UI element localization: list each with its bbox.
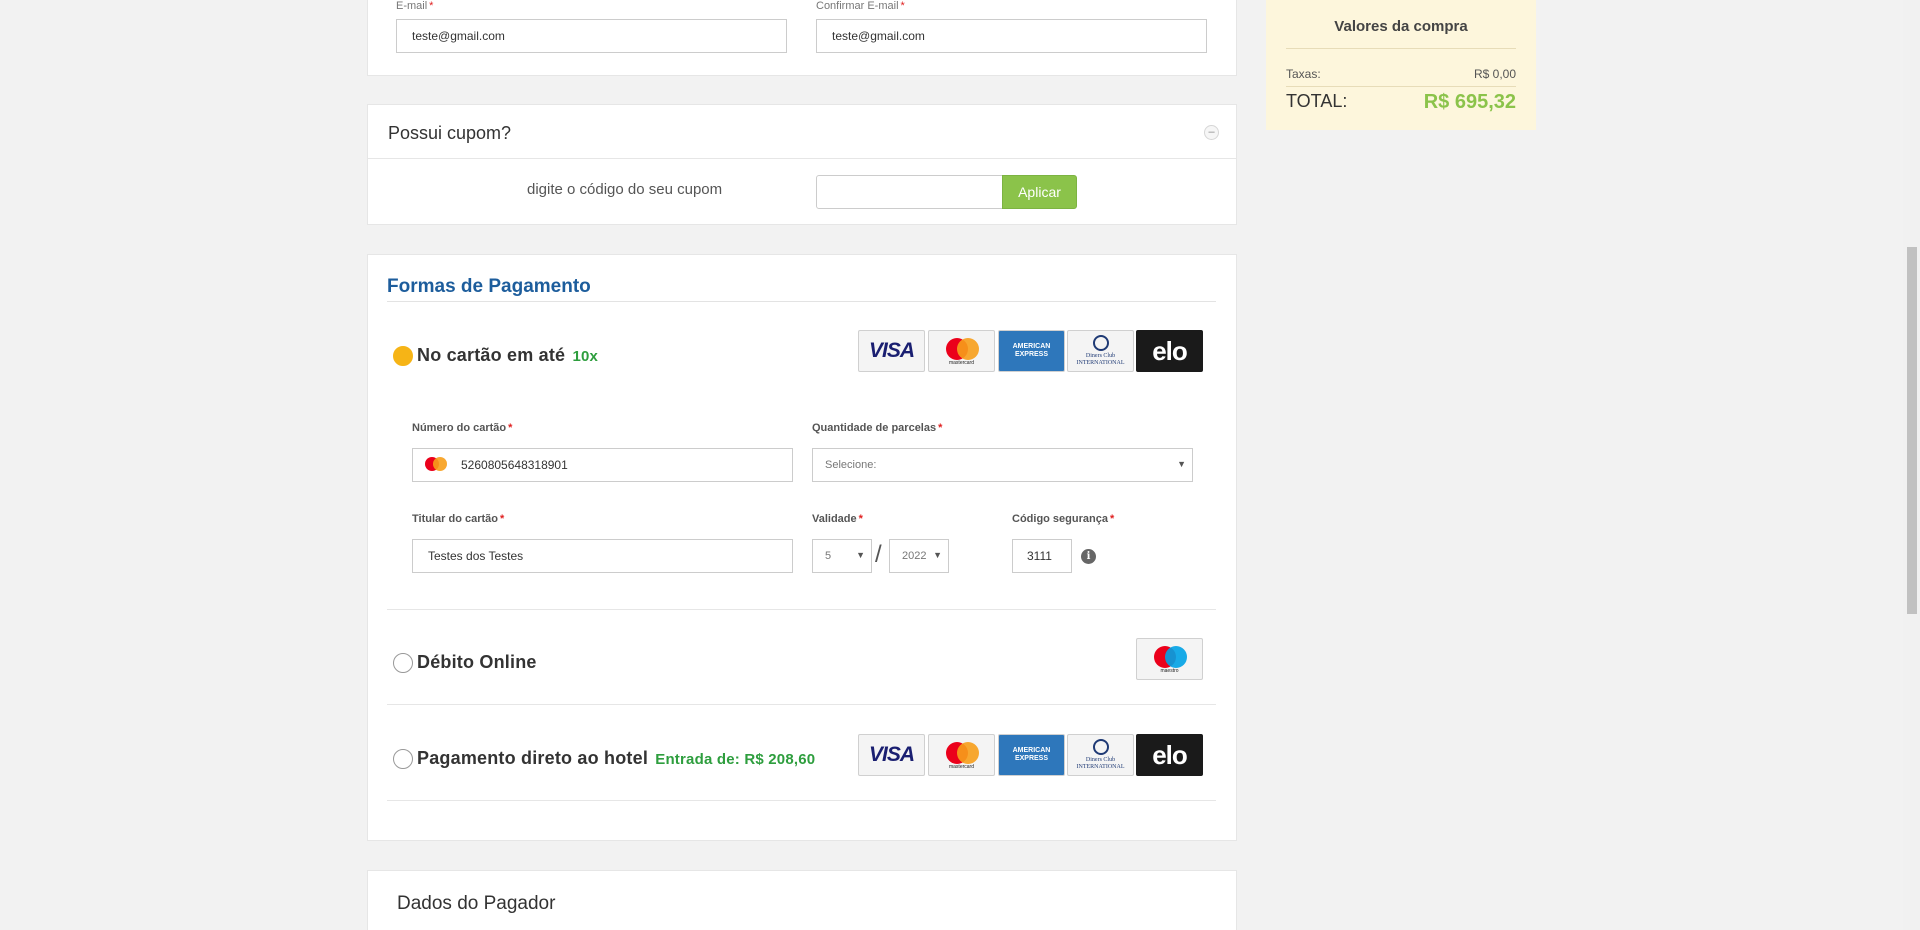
confirm-email-input[interactable]: teste@gmail.com bbox=[816, 19, 1207, 53]
amex-logo: AMERICAN EXPRESS bbox=[998, 330, 1065, 372]
title-divider bbox=[387, 301, 1216, 302]
apply-coupon-button[interactable]: Aplicar bbox=[1002, 175, 1077, 209]
card-brand-detected-icon bbox=[425, 457, 453, 475]
chevron-down-icon: ▼ bbox=[933, 550, 942, 560]
summary-title: Valores da compra bbox=[1334, 18, 1468, 35]
chevron-down-icon: ▼ bbox=[856, 550, 865, 560]
email-panel: E-mail * teste@gmail.com Confirmar E-mail… bbox=[367, 0, 1237, 76]
total-value: R$ 695,32 bbox=[1423, 91, 1516, 113]
installments-max: 10x bbox=[572, 348, 599, 365]
amex-logo: AMERICAN EXPRESS bbox=[998, 734, 1065, 776]
coupon-title: Possui cupom? bbox=[388, 123, 512, 143]
expiry-month-select[interactable]: 5 ▼ bbox=[812, 539, 872, 573]
pay-at-hotel-radio[interactable] bbox=[393, 749, 413, 769]
mastercard-logo: mastercard bbox=[928, 330, 995, 372]
cvv-input[interactable]: 3111 bbox=[1012, 539, 1072, 573]
validity-label: Validade * bbox=[812, 513, 863, 525]
confirm-email-label: Confirmar E-mail * bbox=[816, 0, 905, 12]
card-number-input[interactable]: 5260805648318901 bbox=[412, 448, 793, 482]
scrollbar-thumb[interactable] bbox=[1907, 247, 1917, 614]
collapse-icon[interactable]: – bbox=[1204, 125, 1219, 140]
coupon-input[interactable] bbox=[816, 175, 1003, 209]
installments-select[interactable]: Selecione: ▼ bbox=[812, 448, 1193, 482]
email-input[interactable]: teste@gmail.com bbox=[396, 19, 787, 53]
expiry-year-select[interactable]: 2022 ▼ bbox=[889, 539, 949, 573]
option-divider bbox=[387, 800, 1216, 801]
cvv-label: Código segurança * bbox=[1012, 513, 1115, 525]
diners-club-logo: Diners Club INTERNATIONAL bbox=[1067, 330, 1134, 372]
mastercard-logo: mastercard bbox=[928, 734, 995, 776]
expiry-separator: / bbox=[875, 541, 882, 568]
page-scrollbar[interactable] bbox=[1903, 0, 1920, 930]
pay-at-hotel-option-label[interactable]: Pagamento direto ao hotel Entrada de: R$… bbox=[417, 748, 815, 769]
chevron-down-icon: ▼ bbox=[1177, 459, 1186, 469]
option-divider bbox=[387, 609, 1216, 610]
credit-card-option-label[interactable]: No cartão em até 10x bbox=[417, 345, 598, 366]
debit-online-radio[interactable] bbox=[393, 653, 413, 673]
coupon-panel: Possui cupom? – digite o código do seu c… bbox=[367, 104, 1237, 225]
payment-title: Formas de Pagamento bbox=[387, 276, 591, 297]
coupon-header[interactable]: Possui cupom? – bbox=[368, 105, 1236, 159]
payer-panel: Dados do Pagador bbox=[367, 870, 1237, 930]
summary-divider bbox=[1286, 48, 1516, 49]
info-icon[interactable]: i bbox=[1081, 549, 1096, 564]
elo-logo: elo bbox=[1136, 734, 1203, 776]
option-divider bbox=[387, 704, 1216, 705]
credit-card-radio[interactable] bbox=[393, 346, 413, 366]
debit-online-option-label[interactable]: Débito Online bbox=[417, 652, 537, 673]
down-payment-amount: Entrada de: R$ 208,60 bbox=[655, 751, 816, 768]
maestro-logo: maestro bbox=[1136, 638, 1203, 680]
purchase-summary: Valores da compra Taxas: R$ 0,00 TOTAL: … bbox=[1266, 0, 1536, 130]
payment-panel: Formas de Pagamento No cartão em até 10x… bbox=[367, 254, 1237, 841]
card-holder-label: Titular do cartão * bbox=[412, 513, 505, 525]
installments-label: Quantidade de parcelas * bbox=[812, 422, 943, 434]
visa-logo: VISA bbox=[858, 734, 925, 776]
payer-title: Dados do Pagador bbox=[397, 893, 556, 914]
visa-logo: VISA bbox=[858, 330, 925, 372]
email-label: E-mail * bbox=[396, 0, 434, 12]
card-number-label: Número do cartão * bbox=[412, 422, 513, 434]
total-label: TOTAL: bbox=[1286, 91, 1348, 111]
diners-club-logo: Diners Club INTERNATIONAL bbox=[1067, 734, 1134, 776]
tax-label: Taxas: bbox=[1286, 67, 1321, 81]
card-holder-input[interactable]: Testes dos Testes bbox=[412, 539, 793, 573]
summary-divider bbox=[1286, 86, 1516, 87]
coupon-hint: digite o código do seu cupom bbox=[527, 181, 723, 198]
tax-value: R$ 0,00 bbox=[1473, 67, 1516, 81]
elo-logo: elo bbox=[1136, 330, 1203, 372]
